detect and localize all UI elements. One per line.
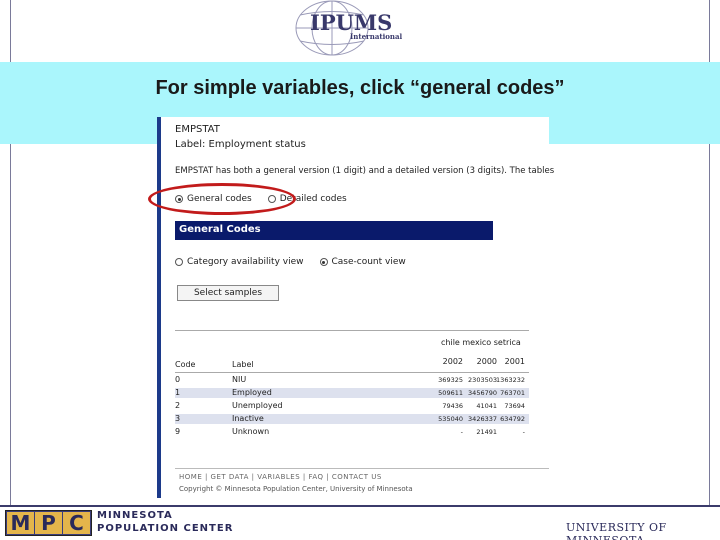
variable-label: Label: Employment status [175, 139, 306, 150]
mpc-letter: M [7, 512, 34, 535]
row-label[interactable]: Inactive [232, 414, 264, 423]
row-code: 3 [175, 414, 181, 423]
mpc-letter: P [35, 512, 62, 535]
row-label[interactable]: Unemployed [232, 401, 283, 410]
category-availability-radio[interactable] [175, 258, 183, 266]
year-header: 2001 [504, 357, 525, 366]
table-row: 1 Employed 509611 3456790 763701 [175, 388, 529, 398]
slide-footer-rule [0, 505, 720, 507]
case-count-radio[interactable] [319, 258, 328, 266]
row-code: 2 [175, 401, 181, 410]
ipums-subtitle: International [350, 32, 403, 41]
row-count: 73694 [504, 402, 525, 410]
table-row: 9 Unknown - 21491 - [175, 427, 529, 437]
view-radio-group: Category availability view Case-count vi… [175, 257, 406, 267]
variable-description: EMPSTAT has both a general version (1 di… [175, 166, 555, 176]
mpc-name-line2: POPULATION CENTER [97, 523, 234, 534]
variable-name: EMPSTAT [175, 124, 220, 135]
mpc-name: MINNESOTA POPULATION CENTER [97, 509, 233, 535]
table-row: 3 Inactive 535040 3426337 634792 [175, 414, 529, 424]
highlight-ellipse [148, 183, 296, 215]
select-samples-button[interactable]: Select samples [177, 285, 279, 301]
country-header: chile mexico setrica [441, 338, 521, 347]
row-label[interactable]: Employed [232, 388, 272, 397]
table-row: 0 NIU 369325 2303503 1363232 [175, 375, 529, 385]
mpc-name-line1: MINNESOTA [97, 510, 173, 521]
row-code: 9 [175, 427, 181, 436]
row-code: 0 [175, 375, 181, 384]
code-column-header: Code [175, 360, 196, 369]
row-count: 634792 [500, 415, 525, 423]
table-top-rule [175, 330, 529, 331]
footer-rule [175, 468, 549, 469]
category-availability-label[interactable]: Category availability view [187, 257, 304, 267]
mpc-logo: M P C [5, 510, 92, 536]
mpc-letter: C [63, 512, 90, 535]
row-count: 763701 [500, 389, 525, 397]
table-row: 2 Unemployed 79436 41041 73694 [175, 401, 529, 411]
row-label[interactable]: NIU [232, 375, 246, 384]
instruction-text: For simple variables, click “general cod… [155, 77, 565, 99]
case-count-label[interactable]: Case-count view [332, 257, 406, 267]
university-name: UNIVERSITY OF MINNESOTA [566, 521, 667, 540]
general-codes-section-header: General Codes [175, 221, 493, 240]
row-label[interactable]: Unknown [232, 427, 269, 436]
table-header-rule [175, 372, 529, 373]
label-column-header: Label [232, 360, 254, 369]
embedded-screenshot: EMPSTAT Label: Employment status EMPSTAT… [157, 117, 555, 498]
row-count: - [522, 428, 525, 436]
ipums-logo: IPUMS International [288, 0, 404, 58]
footer-copyright: Copyright © Minnesota Population Center,… [179, 485, 413, 493]
row-code: 1 [175, 388, 181, 397]
footer-nav-links[interactable]: HOME | GET DATA | VARIABLES | FAQ | CONT… [179, 473, 382, 481]
row-count: 1363232 [496, 376, 525, 384]
